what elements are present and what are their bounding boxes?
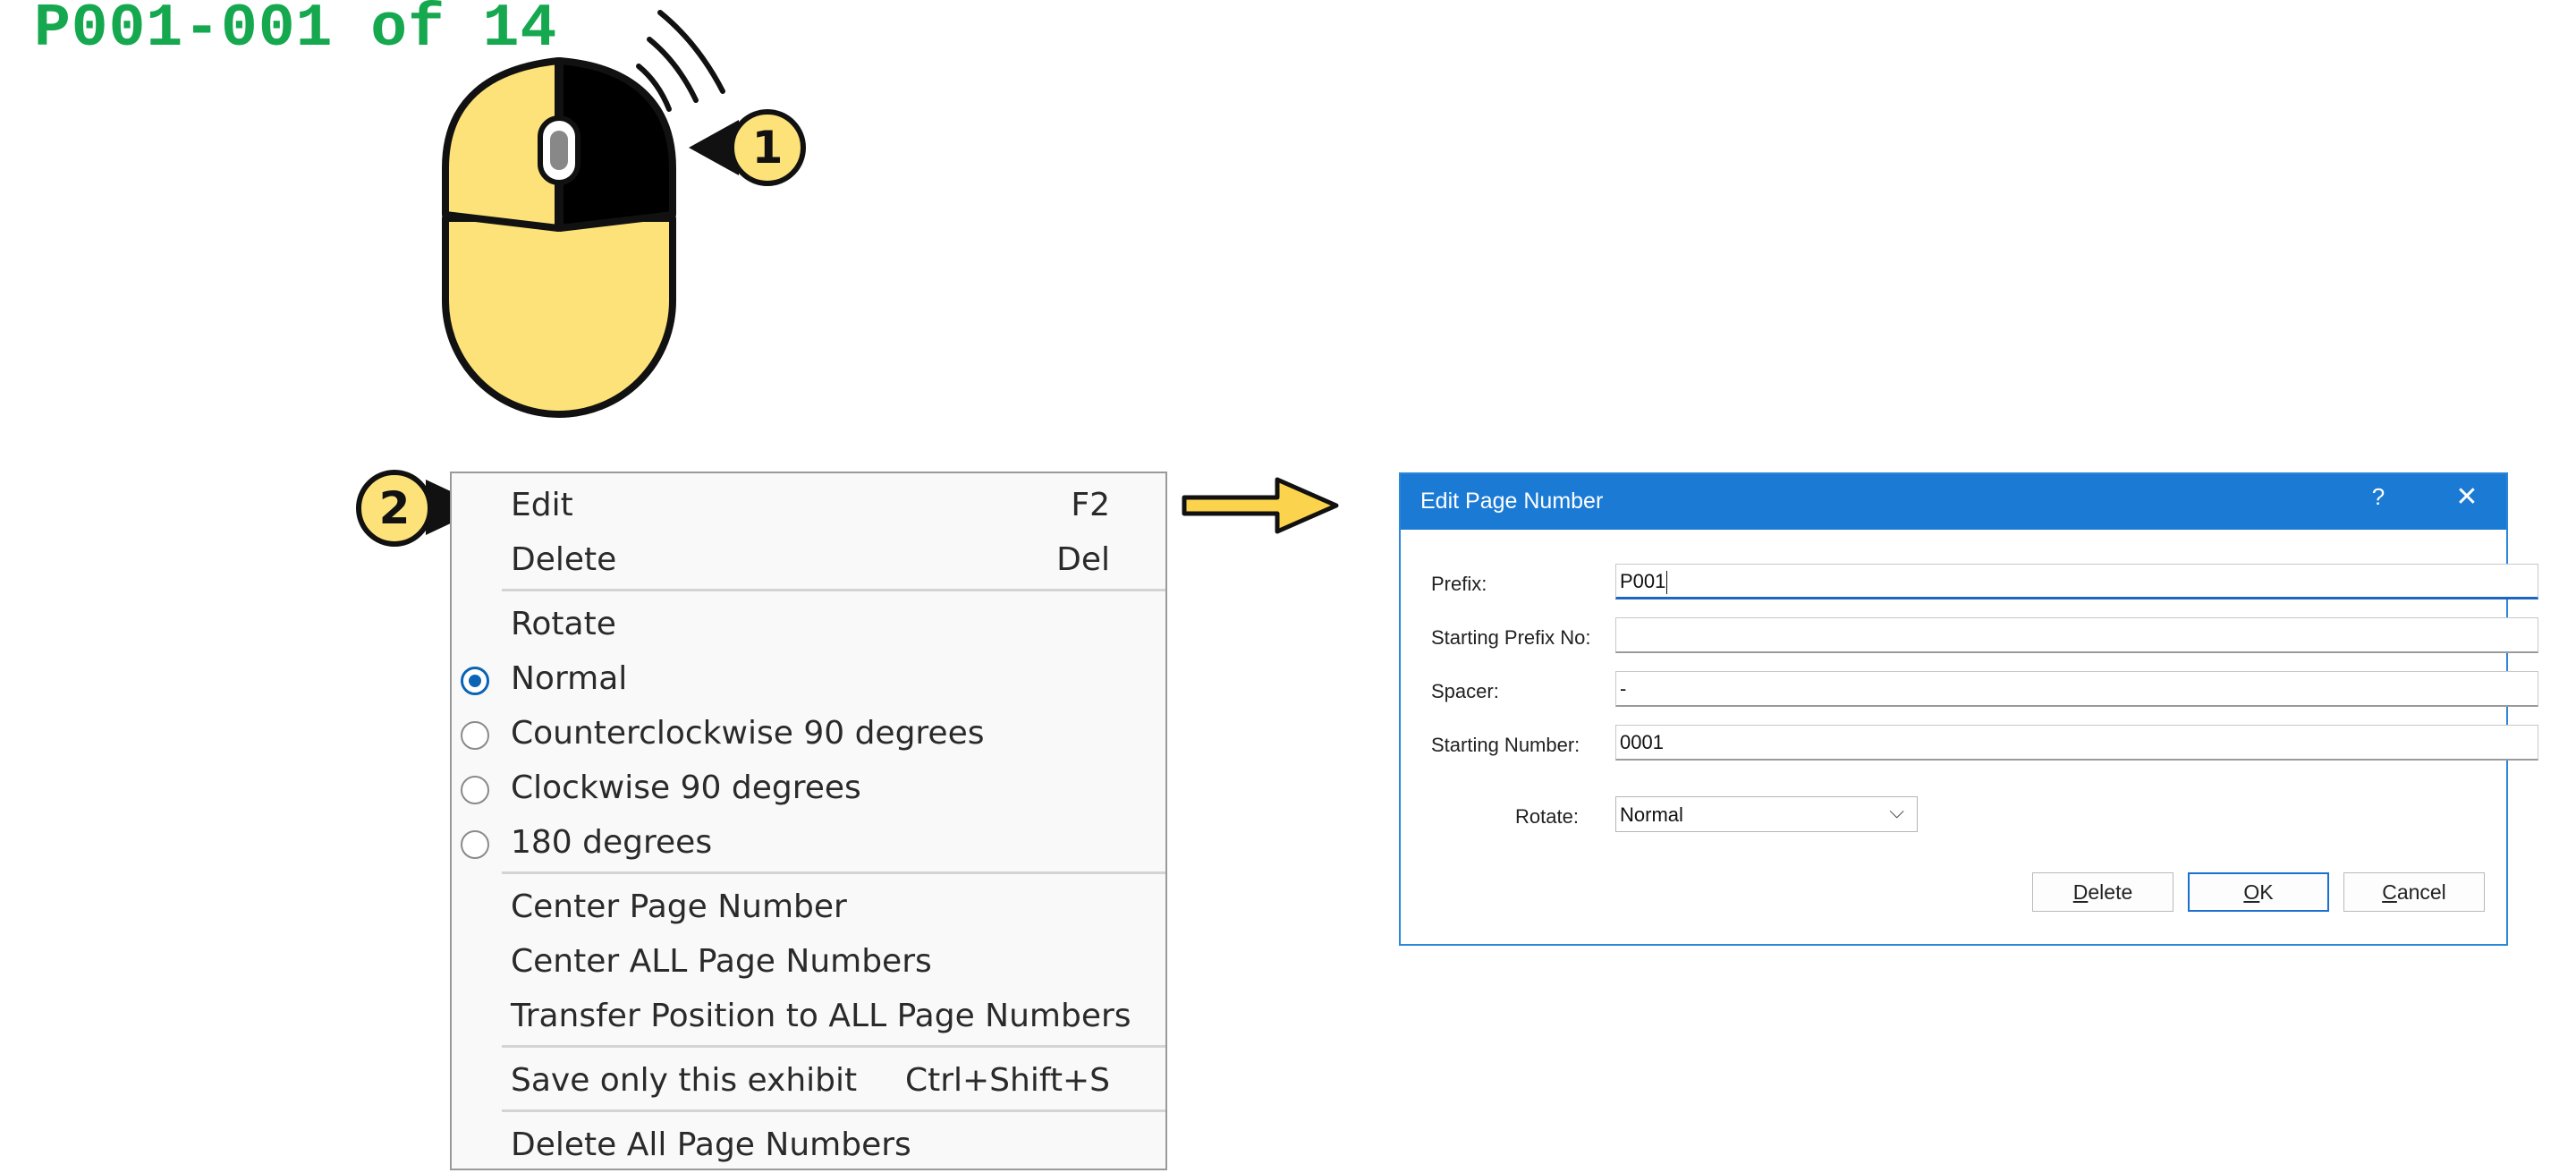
dialog-title: Edit Page Number	[1420, 489, 1604, 514]
menu-item-delete[interactable]: Delete Del	[452, 534, 1165, 588]
help-icon[interactable]: ?	[2365, 483, 2392, 511]
radio-empty-icon	[461, 776, 489, 804]
dialog-titlebar: Edit Page Number ? ✕	[1401, 474, 2506, 530]
starting-prefix-no-input[interactable]	[1615, 617, 2538, 653]
menu-separator	[502, 1109, 1165, 1112]
menu-item-edit[interactable]: Edit F2	[452, 480, 1165, 533]
radio-empty-icon	[461, 721, 489, 750]
arrow-right-icon	[1182, 477, 1339, 534]
delete-button[interactable]: Delete	[2032, 872, 2174, 912]
menu-item-save-exhibit[interactable]: Save only this exhibit Ctrl+Shift+S	[452, 1055, 1165, 1109]
chevron-down-icon: ⌵	[1889, 800, 1904, 822]
starting-prefix-no-label: Starting Prefix No:	[1431, 626, 1591, 649]
prefix-label: Prefix:	[1431, 573, 1487, 595]
text-caret	[1666, 571, 1668, 595]
menu-separator	[502, 589, 1165, 591]
menu-separator	[502, 1045, 1165, 1048]
click-wave-icon	[647, 37, 699, 103]
spacer-label: Spacer:	[1431, 680, 1499, 702]
mouse-illustration	[442, 10, 725, 418]
menu-item-center-page-number[interactable]: Center Page Number	[452, 881, 1165, 935]
cancel-button[interactable]: Cancel	[2343, 872, 2485, 912]
menu-item-transfer-position[interactable]: Transfer Position to ALL Page Numbers	[452, 990, 1165, 1044]
menu-item-rotate-ccw90[interactable]: Counterclockwise 90 degrees	[452, 708, 1165, 761]
mouse-body	[442, 215, 676, 418]
callout-badge-1: 1	[729, 109, 806, 186]
spacer-input[interactable]: -	[1615, 671, 2538, 707]
menu-item-rotate-normal[interactable]: Normal	[452, 653, 1165, 707]
rotate-label: Rotate:	[1515, 805, 1579, 828]
starting-number-input[interactable]: 0001	[1615, 725, 2538, 761]
context-menu: Edit F2 Delete Del Rotate Normal Counter…	[450, 472, 1167, 1170]
prefix-input[interactable]: P001	[1615, 564, 2538, 599]
menu-item-delete-all[interactable]: Delete All Page Numbers	[452, 1119, 1165, 1173]
menu-separator	[502, 871, 1165, 874]
menu-item-rotate-180[interactable]: 180 degrees	[452, 817, 1165, 871]
ok-button[interactable]: OK	[2188, 872, 2329, 912]
menu-item-center-all[interactable]: Center ALL Page Numbers	[452, 936, 1165, 990]
close-icon[interactable]: ✕	[2451, 481, 2483, 513]
radio-empty-icon	[461, 830, 489, 859]
menu-item-rotate-cw90[interactable]: Clockwise 90 degrees	[452, 762, 1165, 816]
rotate-select[interactable]: Normal ⌵	[1615, 796, 1918, 832]
starting-number-label: Starting Number:	[1431, 734, 1580, 756]
radio-selected-icon	[461, 667, 489, 695]
click-wave-icon	[657, 10, 725, 94]
menu-rotate-header: Rotate	[511, 606, 616, 642]
edit-page-number-dialog: Edit Page Number ? ✕ Prefix: P001 Starti…	[1399, 472, 2538, 946]
callout-badge-2: 2	[356, 470, 433, 547]
